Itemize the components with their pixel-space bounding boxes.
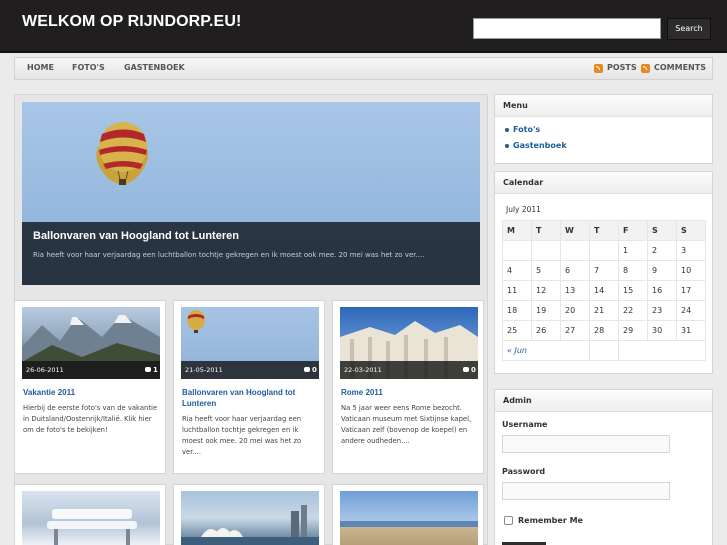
- comment-count[interactable]: 1: [145, 366, 158, 374]
- featured-post-excerpt: Ria heeft voor haar verjaardag een lucht…: [33, 251, 425, 259]
- calendar-table: M T W T F S S 1 2 3 4 5 6 7 8 9 10 11 12…: [502, 220, 706, 361]
- post-title[interactable]: Vakantie 2011: [23, 387, 161, 398]
- comment-count[interactable]: 0: [304, 366, 317, 374]
- calendar-prev-link[interactable]: « Jun: [502, 340, 590, 361]
- calendar-day: 4: [502, 260, 532, 281]
- calendar-day: 13: [560, 280, 590, 301]
- calendar-day: 12: [531, 280, 561, 301]
- calendar-day: 23: [647, 300, 677, 321]
- sydney-photo: [181, 505, 319, 545]
- post-date: 22-03-2011: [344, 366, 382, 374]
- comment-icon: [463, 367, 469, 372]
- calendar-header: S: [647, 220, 677, 241]
- post-excerpt: Hierbij de eerste foto's van de vakantie…: [23, 404, 158, 434]
- calendar-day: 24: [676, 300, 706, 321]
- calendar-header: F: [618, 220, 648, 241]
- calendar-spacer: [589, 340, 619, 361]
- calendar-day: 18: [502, 300, 532, 321]
- calendar-day: 2: [647, 240, 677, 261]
- bullet-icon: [505, 144, 509, 148]
- menu-widget-title: Menu: [495, 95, 712, 117]
- post-date: 26-06-2011: [26, 366, 64, 374]
- feed-comments-link[interactable]: COMMENTS: [654, 58, 706, 79]
- rss-posts-icon[interactable]: [594, 64, 603, 73]
- rss-comments-icon[interactable]: [641, 64, 650, 73]
- comment-count[interactable]: 0: [463, 366, 476, 374]
- calendar-day: 11: [502, 280, 532, 301]
- calendar-day: 6: [560, 260, 590, 281]
- menu-link-fotos[interactable]: Foto's: [513, 125, 540, 134]
- featured-post-title[interactable]: Ballonvaren van Hoogland tot Lunteren: [33, 230, 239, 242]
- calendar-widget-title: Calendar: [495, 172, 712, 194]
- calendar-day: 3: [676, 240, 706, 261]
- calendar-day: 22: [618, 300, 648, 321]
- calendar-day: 17: [676, 280, 706, 301]
- calendar-day: [560, 240, 590, 261]
- balloon-icon: [96, 122, 149, 185]
- calendar-header: M: [502, 220, 532, 241]
- calendar-day: [502, 240, 532, 261]
- calendar-header: S: [676, 220, 706, 241]
- post-thumbnail[interactable]: [340, 491, 478, 545]
- bullet-icon: [505, 128, 509, 132]
- post-thumbnail[interactable]: [181, 491, 319, 545]
- search-button[interactable]: Search: [667, 18, 711, 40]
- post-excerpt: Na 5 jaar weer eens Rome bezocht. Vatica…: [341, 404, 472, 445]
- calendar-next-empty: [618, 340, 706, 361]
- calendar-day: 29: [618, 320, 648, 341]
- calendar-day: 21: [589, 300, 619, 321]
- main-navigation: HOME FOTO'S GASTENBOEK POSTS COMMENTS: [14, 57, 713, 80]
- site-title[interactable]: WELKOM OP RIJNDORP.EU!: [22, 13, 241, 31]
- username-label: Username: [502, 420, 548, 429]
- calendar-header: W: [560, 220, 590, 241]
- post-date: 21-05-2011: [185, 366, 223, 374]
- calendar-day: 10: [676, 260, 706, 281]
- calendar-day: 27: [560, 320, 590, 341]
- post-excerpt: Ria heeft voor haar verjaardag een lucht…: [182, 415, 302, 456]
- comment-icon: [304, 367, 310, 372]
- menu-link-gastenboek[interactable]: Gastenboek: [513, 141, 567, 150]
- username-field[interactable]: [502, 435, 670, 453]
- calendar-header: T: [531, 220, 561, 241]
- remember-me-checkbox[interactable]: [504, 516, 513, 525]
- snow-bench-photo: [47, 509, 137, 545]
- calendar-day: 1: [618, 240, 648, 261]
- calendar-day: 14: [589, 280, 619, 301]
- calendar-caption: July 2011: [506, 205, 541, 214]
- nav-item-home[interactable]: HOME: [27, 58, 54, 79]
- post-title[interactable]: Rome 2011: [341, 387, 479, 398]
- calendar-day: 30: [647, 320, 677, 341]
- remember-me-label: Remember Me: [518, 516, 583, 525]
- comment-icon: [145, 367, 151, 372]
- calendar-day: [589, 240, 619, 261]
- calendar-day: 16: [647, 280, 677, 301]
- calendar-day: 15: [618, 280, 648, 301]
- calendar-day: 19: [531, 300, 561, 321]
- feed-posts-link[interactable]: POSTS: [607, 58, 637, 79]
- post-title[interactable]: Ballonvaren van Hoogland tot Lunteren: [182, 387, 320, 409]
- password-label: Password: [502, 467, 546, 476]
- nav-item-fotos[interactable]: FOTO'S: [72, 58, 105, 79]
- password-field[interactable]: [502, 482, 670, 500]
- calendar-day: 5: [531, 260, 561, 281]
- nav-item-gastenboek[interactable]: GASTENBOEK: [124, 58, 185, 79]
- site-header: WELKOM OP RIJNDORP.EU! Search: [0, 0, 727, 53]
- calendar-day: 7: [589, 260, 619, 281]
- post-thumbnail[interactable]: [22, 491, 160, 545]
- calendar-day: 31: [676, 320, 706, 341]
- calendar-day: 9: [647, 260, 677, 281]
- admin-widget-title: Admin: [495, 390, 712, 412]
- calendar-day: 20: [560, 300, 590, 321]
- calendar-day: 26: [531, 320, 561, 341]
- calendar-day: 28: [589, 320, 619, 341]
- calendar-day: 25: [502, 320, 532, 341]
- beach-photo: [340, 521, 478, 527]
- calendar-day: [531, 240, 561, 261]
- calendar-day: 8: [618, 260, 648, 281]
- calendar-header: T: [589, 220, 619, 241]
- search-input[interactable]: [473, 18, 661, 39]
